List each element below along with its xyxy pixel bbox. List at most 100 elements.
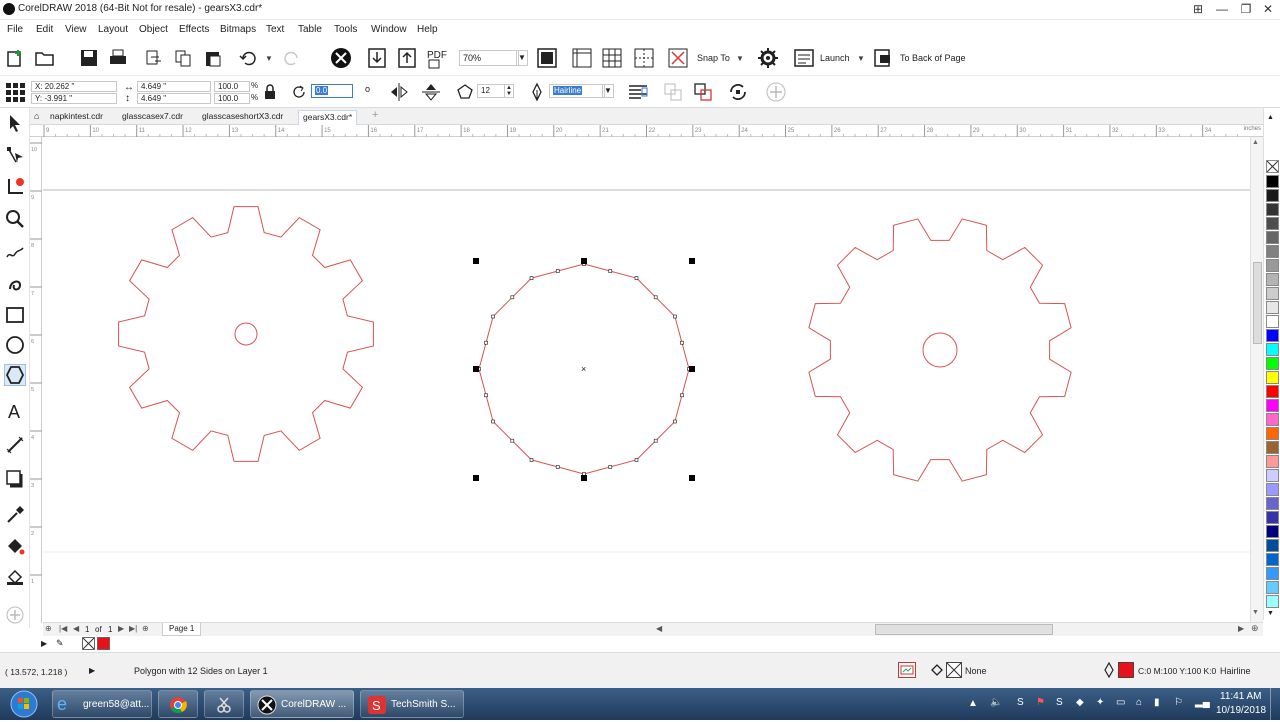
selection-handle[interactable]: [689, 475, 695, 481]
convert-to-curves-icon[interactable]: [727, 81, 749, 103]
vertical-scrollbar[interactable]: ▲ ▼: [1250, 137, 1263, 622]
palette-swatch[interactable]: [1266, 539, 1279, 552]
zoom-dropdown-icon[interactable]: ▼: [516, 50, 528, 66]
palette-swatch[interactable]: [1266, 259, 1279, 272]
selection-handle[interactable]: [581, 258, 587, 264]
palette-swatch[interactable]: [1266, 511, 1279, 524]
selection-handle[interactable]: [689, 258, 695, 264]
menu-object[interactable]: Object: [139, 24, 168, 35]
palette-swatch[interactable]: [1266, 231, 1279, 244]
options-gear-icon[interactable]: [757, 47, 779, 69]
menu-view[interactable]: View: [65, 24, 87, 35]
object-height-field[interactable]: 4.649 ": [137, 93, 211, 104]
outline-width-field[interactable]: Hairline: [549, 84, 605, 98]
corel-connect-icon[interactable]: [330, 47, 352, 69]
palette-swatch[interactable]: [1266, 273, 1279, 286]
taskbar-chrome[interactable]: [158, 690, 198, 718]
ellipse-tool-icon[interactable]: [4, 334, 26, 356]
tray-display-icon[interactable]: ▭: [1116, 697, 1125, 708]
palette-swatch[interactable]: [1266, 175, 1279, 188]
export-icon[interactable]: [396, 47, 418, 69]
scroll-left-icon[interactable]: ◀: [656, 624, 662, 633]
x-position-field[interactable]: X: 20.262 ": [31, 81, 117, 92]
zoom-navigator-icon[interactable]: ⊕: [1251, 623, 1259, 634]
menu-edit[interactable]: Edit: [36, 24, 53, 35]
zoom-level-field[interactable]: 70%: [459, 50, 519, 66]
palette-swatch[interactable]: [1266, 371, 1279, 384]
menu-file[interactable]: File: [7, 24, 23, 35]
vertical-ruler[interactable]: 10 9 8 7 6 5 4 3 2 1: [30, 137, 42, 623]
minimize-button[interactable]: —: [1210, 0, 1234, 18]
menu-tools[interactable]: Tools: [334, 24, 357, 35]
tab-napkintest[interactable]: napkintest.cdr: [46, 110, 107, 125]
sides-spinner-icon[interactable]: ▲ ▼: [504, 84, 514, 98]
show-rulers-icon[interactable]: [571, 47, 593, 69]
insert-page-before-icon[interactable]: ⊕: [45, 624, 52, 633]
tray-flag-icon[interactable]: ⚐: [1174, 697, 1183, 708]
tray-network-app-icon[interactable]: ✦: [1096, 697, 1104, 708]
text-tool-icon[interactable]: A: [4, 400, 26, 422]
object-origin-icon[interactable]: [4, 81, 26, 103]
lock-ratio-icon[interactable]: [259, 81, 281, 103]
fill-none-swatch[interactable]: [946, 662, 962, 678]
next-page-icon[interactable]: ▶: [118, 624, 124, 633]
document-palette-expand-icon[interactable]: ▶: [41, 639, 47, 648]
freehand-tool-icon[interactable]: [4, 242, 26, 264]
new-document-icon[interactable]: [4, 47, 26, 69]
palette-scroll-down-icon[interactable]: ▼: [1267, 610, 1274, 617]
save-icon[interactable]: [78, 47, 100, 69]
pick-tool-icon[interactable]: [4, 112, 26, 134]
trim-icon[interactable]: [692, 81, 714, 103]
palette-swatch[interactable]: [1266, 595, 1279, 608]
polygon-tool-icon[interactable]: [4, 364, 26, 386]
eyedropper-tool-icon[interactable]: [4, 504, 26, 526]
horizontal-scroll-thumb[interactable]: [875, 624, 1053, 635]
center-point-marker[interactable]: ×: [581, 364, 586, 374]
selection-handle[interactable]: [581, 475, 587, 481]
gear-right-hole[interactable]: [922, 332, 958, 368]
page-tab-1[interactable]: Page 1: [162, 623, 202, 636]
launch-dropdown-icon[interactable]: ▼: [857, 54, 865, 63]
weld-icon[interactable]: [662, 81, 684, 103]
quick-customize-icon[interactable]: [4, 604, 26, 626]
palette-swatch[interactable]: [1266, 469, 1279, 482]
clock-date[interactable]: 10/19/2018: [1216, 705, 1266, 716]
interactive-fill-tool-icon[interactable]: [4, 536, 26, 558]
publish-pdf-icon[interactable]: PDF: [425, 47, 447, 69]
tray-dropbox-icon[interactable]: ◆: [1076, 697, 1084, 708]
palette-swatch[interactable]: [1266, 399, 1279, 412]
import-icon[interactable]: [366, 47, 388, 69]
vertical-scroll-thumb[interactable]: [1253, 262, 1262, 344]
shape-tool-icon[interactable]: [4, 144, 26, 166]
to-back-of-page-label[interactable]: To Back of Page: [900, 53, 966, 63]
color-proofing-icon[interactable]: [898, 662, 916, 678]
palette-swatch[interactable]: [1266, 525, 1279, 538]
selection-handle[interactable]: [473, 366, 479, 372]
gear-left-hole[interactable]: [234, 322, 258, 346]
menu-table[interactable]: Table: [298, 24, 322, 35]
paste-icon[interactable]: [202, 47, 224, 69]
scroll-down-icon[interactable]: ▼: [1252, 609, 1259, 616]
to-back-of-page-icon[interactable]: [872, 47, 894, 69]
tab-glasscaseshortx3[interactable]: glasscaseshortX3.cdr: [198, 110, 287, 125]
menu-bitmaps[interactable]: Bitmaps: [220, 24, 256, 35]
palette-swatch[interactable]: [1266, 343, 1279, 356]
palette-swatch[interactable]: [1266, 245, 1279, 258]
windows-start-button[interactable]: [4, 689, 44, 719]
tab-glasscasex7[interactable]: glasscasex7.cdr: [118, 110, 187, 125]
undo-icon[interactable]: [238, 47, 260, 69]
redo-icon[interactable]: [280, 47, 302, 69]
scroll-right-icon[interactable]: ▶: [1238, 624, 1244, 633]
text-wrap-icon[interactable]: [627, 81, 649, 103]
scale-height-field[interactable]: 100.0: [214, 93, 250, 104]
taskbar-ie-email[interactable]: e green58@att...: [52, 690, 152, 718]
tray-battery-icon[interactable]: ▮: [1154, 697, 1160, 708]
launch-label[interactable]: Launch: [820, 53, 850, 63]
insert-page-after-icon[interactable]: ⊕: [142, 624, 149, 633]
tray-wifi-icon[interactable]: ▂▄: [1195, 697, 1210, 708]
palette-swatch[interactable]: [1266, 357, 1279, 370]
selection-handle[interactable]: [473, 258, 479, 264]
maximize-button[interactable]: ❐: [1234, 0, 1258, 18]
no-color-swatch[interactable]: [1266, 160, 1279, 173]
outline-width-dropdown-icon[interactable]: ▼: [602, 84, 614, 98]
